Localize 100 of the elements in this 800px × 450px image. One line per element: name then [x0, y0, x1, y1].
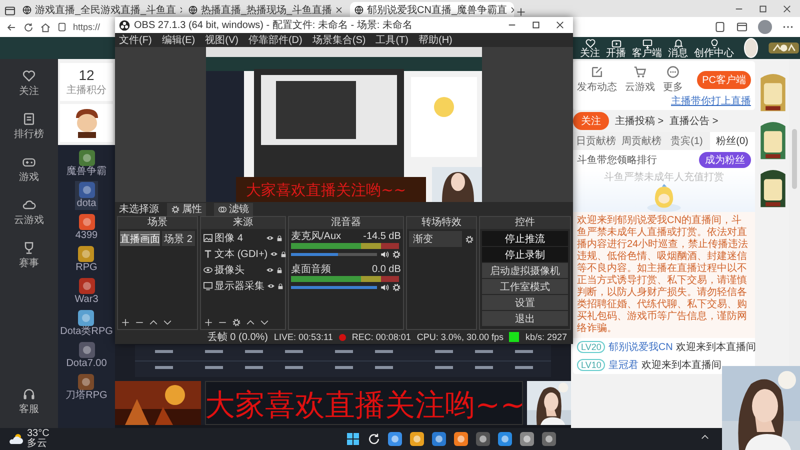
avatar[interactable] — [744, 38, 758, 58]
lock-icon[interactable] — [276, 234, 284, 242]
source-item[interactable]: 图像 4 — [202, 231, 284, 245]
header-link[interactable]: 创作中心 — [694, 38, 734, 58]
source-item[interactable]: 摄像头 — [202, 263, 284, 277]
nav-item[interactable]: 排行榜 — [14, 112, 44, 141]
back-icon[interactable] — [6, 22, 17, 32]
nav-item[interactable]: 客服 — [19, 387, 39, 416]
chat-user[interactable]: 郁别说爱我CN — [608, 340, 673, 354]
maximize-icon[interactable] — [531, 20, 541, 30]
control-button[interactable]: 启动虚拟摄像机 — [482, 263, 568, 278]
nav-item[interactable]: 关注 — [19, 69, 39, 98]
maximize-icon[interactable] — [758, 4, 768, 14]
game-item[interactable]: War3 — [72, 277, 100, 306]
extension-icon[interactable] — [714, 21, 726, 33]
app-icon[interactable] — [541, 431, 558, 447]
lock-icon[interactable] — [280, 250, 287, 258]
header-link[interactable]: 消息 — [668, 38, 688, 58]
game-item[interactable]: RPG — [74, 245, 100, 274]
app-icon[interactable] — [497, 431, 514, 447]
gear-icon[interactable] — [392, 250, 401, 259]
client-link[interactable]: 主播带你打上直播 — [573, 94, 755, 110]
nav-item[interactable]: 云游戏 — [14, 198, 44, 227]
rank-tab[interactable]: 日贡献榜 — [573, 132, 618, 150]
control-button[interactable]: 停止推流 — [482, 231, 568, 246]
menu-item[interactable]: 停靠部件(D) — [248, 33, 302, 47]
tab-actions-icon[interactable] — [4, 5, 16, 17]
app-icon[interactable] — [409, 431, 426, 447]
rank-tab[interactable]: 周贡献榜 — [618, 132, 664, 150]
speaker-icon[interactable] — [380, 283, 389, 292]
source-item[interactable]: 文本 (GDI+) — [202, 247, 284, 261]
menu-item[interactable]: 工具(T) — [376, 33, 408, 47]
down-icon[interactable] — [163, 318, 172, 327]
menu-item[interactable]: 视图(V) — [205, 33, 238, 47]
speaker-icon[interactable] — [380, 250, 389, 259]
rank-tab[interactable]: 贵宾(1) — [664, 132, 710, 150]
eye-icon[interactable] — [266, 282, 275, 290]
app-icon[interactable] — [453, 431, 470, 447]
reload-icon[interactable] — [23, 22, 34, 32]
app-icon[interactable] — [519, 431, 536, 447]
game-item[interactable]: Dota类RPG — [58, 309, 115, 338]
add-icon[interactable] — [204, 318, 213, 327]
game-item[interactable]: 4399 — [73, 213, 100, 242]
notice-link[interactable]: 主播投稿 > — [615, 114, 664, 128]
game-item[interactable]: 魔兽争霸 — [64, 149, 108, 178]
profile-avatar[interactable] — [758, 20, 772, 34]
source-button[interactable]: 属性 — [167, 202, 206, 216]
header-link[interactable]: 关注 — [580, 38, 600, 58]
app-icon[interactable] — [387, 431, 404, 447]
up-icon[interactable] — [149, 318, 158, 327]
lock-icon[interactable] — [276, 266, 284, 274]
app-icon[interactable] — [431, 431, 448, 447]
home-icon[interactable] — [40, 22, 51, 32]
start-icon[interactable] — [345, 431, 362, 447]
browser-tab[interactable]: 热播直播_热播现场_斗鱼直播 — [184, 2, 348, 17]
eye-icon[interactable] — [266, 266, 274, 274]
eye-icon[interactable] — [266, 234, 274, 242]
menu-item[interactable]: 场景集合(S) — [312, 33, 366, 47]
fan-button[interactable]: 成为粉丝 — [699, 152, 751, 168]
control-button[interactable]: 工作室模式 — [482, 279, 568, 294]
up-icon[interactable] — [246, 318, 255, 327]
gear-icon[interactable] — [464, 234, 474, 244]
nav-item[interactable]: 游戏 — [19, 155, 39, 184]
scene-item[interactable]: 场景 2 — [162, 231, 195, 246]
game-item[interactable]: dota — [74, 181, 98, 210]
volume-slider[interactable] — [291, 286, 377, 289]
game-item[interactable]: Dota7.00 — [64, 341, 109, 370]
volume-slider[interactable] — [291, 253, 377, 256]
lock-icon[interactable] — [276, 282, 284, 290]
eye-icon[interactable] — [270, 250, 278, 258]
game-item[interactable]: 刀塔RPG — [64, 373, 110, 402]
collections-icon[interactable] — [736, 21, 748, 33]
rank-tab[interactable]: 粉丝(0) — [710, 132, 755, 150]
down-icon[interactable] — [260, 318, 269, 327]
action-item[interactable]: 更多 — [663, 65, 683, 94]
action-item[interactable]: 云游戏 — [625, 65, 655, 94]
menu-item[interactable]: 文件(F) — [119, 33, 152, 47]
control-button[interactable]: 设置 — [482, 295, 568, 310]
source-item[interactable]: 显示器采集 — [202, 279, 284, 293]
action-item[interactable]: 发布动态 — [577, 65, 617, 94]
menu-item[interactable]: 帮助(H) — [418, 33, 452, 47]
nav-item[interactable]: 赛事 — [19, 241, 39, 270]
gear-icon[interactable] — [392, 283, 401, 292]
add-icon[interactable] — [121, 318, 130, 327]
source-button[interactable]: 滤镜 — [214, 202, 253, 216]
transition-dropdown[interactable]: 渐变 — [408, 231, 462, 247]
scene-item[interactable]: 直播画面 — [120, 231, 160, 246]
header-link[interactable]: 客户端 — [632, 38, 662, 58]
new-tab-icon[interactable] — [516, 7, 526, 17]
app-icon[interactable] — [475, 431, 492, 447]
browser-tab[interactable]: 郁别说爱我CN直播_魔兽争霸直 — [350, 2, 514, 17]
header-link[interactable]: 开播 — [606, 38, 626, 58]
gear-icon[interactable] — [232, 318, 241, 327]
chat-user[interactable]: 皇冠君 — [608, 358, 638, 372]
notice-link[interactable]: 直播公告 > — [670, 114, 718, 128]
address-field[interactable]: https:// — [73, 22, 100, 32]
control-button[interactable]: 停止录制 — [482, 247, 568, 262]
browser-tab[interactable]: 游戏直播_全民游戏直播_斗鱼直 — [18, 2, 182, 17]
menu-item[interactable]: 编辑(E) — [162, 33, 196, 47]
control-button[interactable]: 退出 — [482, 311, 568, 326]
